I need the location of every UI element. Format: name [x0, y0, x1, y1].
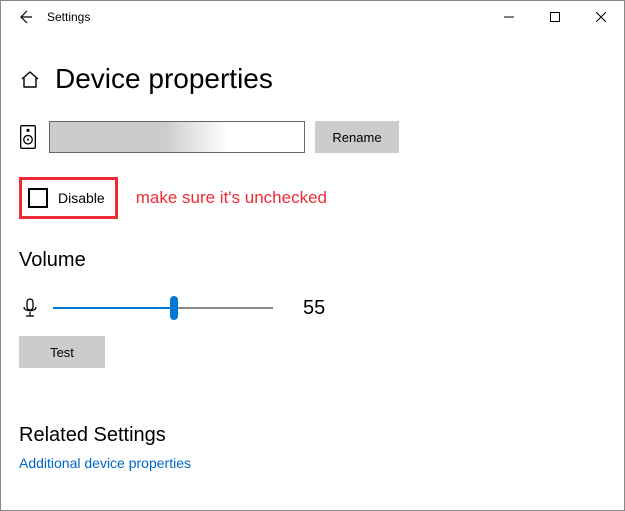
home-icon	[19, 68, 41, 90]
volume-value: 55	[303, 297, 325, 320]
page-title: Device properties	[55, 63, 273, 95]
related-section: Related Settings Additional device prope…	[19, 424, 606, 473]
volume-section-title: Volume	[19, 249, 606, 272]
disable-highlight-box: Disable	[19, 177, 118, 219]
titlebar: Settings	[1, 1, 624, 33]
content-area: Device properties Rename Disable make su…	[1, 33, 624, 491]
arrow-left-icon	[17, 9, 33, 25]
test-button[interactable]: Test	[19, 336, 105, 368]
window-controls	[486, 1, 624, 33]
disable-label: Disable	[58, 190, 105, 206]
slider-track-empty	[174, 307, 273, 309]
volume-slider[interactable]	[53, 296, 273, 320]
annotation-text: make sure it's unchecked	[136, 188, 327, 208]
heading-row: Device properties	[19, 63, 606, 95]
slider-thumb[interactable]	[170, 296, 178, 320]
device-name-row: Rename	[19, 121, 606, 153]
disable-row: Disable make sure it's unchecked	[19, 177, 606, 219]
minimize-icon	[504, 12, 514, 22]
maximize-icon	[550, 12, 560, 22]
maximize-button[interactable]	[532, 1, 578, 33]
home-button[interactable]	[19, 68, 41, 90]
device-name-input[interactable]	[49, 121, 305, 153]
window-title: Settings	[47, 10, 90, 24]
related-section-title: Related Settings	[19, 424, 606, 447]
disable-checkbox[interactable]	[28, 188, 48, 208]
rename-button[interactable]: Rename	[315, 121, 399, 153]
back-button[interactable]	[7, 1, 43, 33]
close-icon	[596, 12, 606, 22]
volume-row: 55	[19, 296, 606, 320]
speaker-icon	[19, 125, 37, 149]
close-button[interactable]	[578, 1, 624, 33]
additional-device-properties-link[interactable]: Additional device properties	[19, 455, 191, 471]
microphone-icon	[19, 297, 41, 319]
minimize-button[interactable]	[486, 1, 532, 33]
slider-track-filled	[53, 307, 174, 309]
